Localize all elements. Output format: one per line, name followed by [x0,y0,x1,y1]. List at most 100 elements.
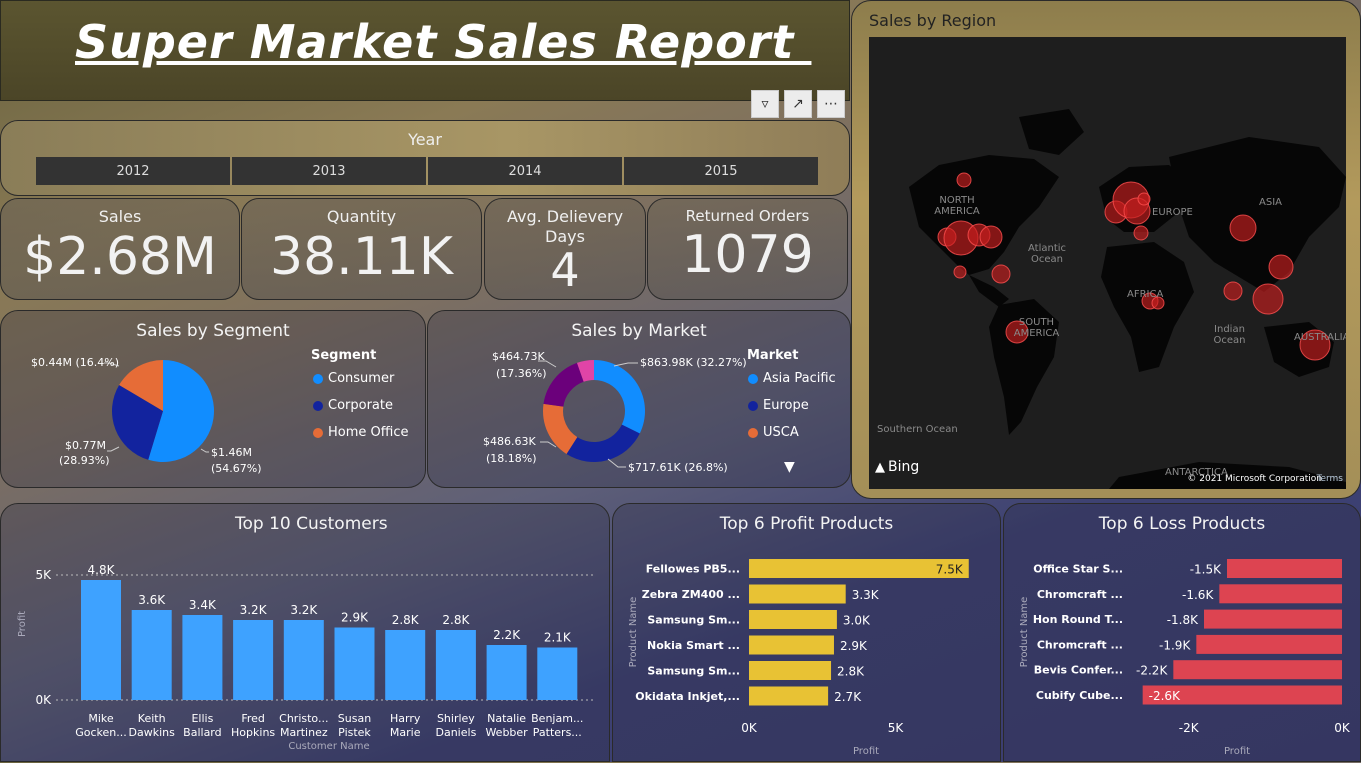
x-tick-label: 0K [1334,721,1351,735]
bar [385,630,426,700]
bar [283,620,324,700]
legend-item-home-office[interactable]: Home Office [313,425,408,440]
legend-item-corporate[interactable]: Corporate [313,398,393,413]
leader-line [540,441,557,448]
y-axis-title: Product Name [1019,597,1030,668]
year-button-2014[interactable]: 2014 [428,157,622,185]
data-label: 4.8K [88,563,116,577]
x-tick-label: Shirley [437,712,475,725]
y-axis-title: Profit [17,611,28,637]
more-options-icon[interactable]: ⋯ [817,90,845,118]
customers-bar-chart[interactable]: 5K 0K Profit Customer Name 4.8K MikeGocken...… [1,504,611,763]
bubble [1229,214,1257,242]
y-tick-label: Fellowes PB5... [646,563,740,576]
leader-line [607,458,626,468]
sales-by-segment-card: Sales by Segment Segment Consumer Corpor… [0,310,426,488]
bubble [991,264,1011,284]
pie-slice [594,360,645,434]
year-button-2012[interactable]: 2012 [36,157,230,185]
map-label-indian: Indian Ocean [1213,324,1246,346]
market-label-latam: $464.73K [492,350,545,363]
focus-mode-icon[interactable]: ↗ [784,90,812,118]
legend-item-consumer[interactable]: Consumer [313,371,394,386]
x-tick-label: Martinez [280,726,328,739]
bar [1173,660,1342,680]
year-button-2015[interactable]: 2015 [624,157,818,185]
legend-item-usca[interactable]: USCA [748,425,799,440]
legend-item-europe[interactable]: Europe [748,398,809,413]
loss-products-bar-chart[interactable]: Office Star S... -1.5K Chromcraft ... -1.6K… [1004,504,1361,763]
x-tick-label: 5K [888,721,905,735]
map-label-atlantic: Atlantic Ocean [1027,243,1067,265]
asia-shape [1169,137,1346,292]
kpi-sales-value: $2.68M [23,227,217,287]
legend-dot [748,427,758,438]
kpi-returned-label: Returned Orders [685,207,810,225]
bubble [1133,225,1149,241]
top-customers-card: Top 10 Customers 5K 0K Profit Customer Name… [0,503,610,762]
x-tick-label: Gocken... [75,726,127,739]
bing-logo: ▲ Bing [875,459,919,475]
segment-label-consumer-pct: (54.67%) [211,462,262,475]
y-tick-label: Zebra ZM400 ... [642,588,740,601]
map-label-south-america: SOUTH AMERICA [1013,317,1060,339]
market-label-latam-pct: (17.36%) [496,367,547,380]
title-bar: Super Market Sales Report [0,0,850,101]
x-tick-label: Harry [390,712,421,725]
bubble [1252,283,1284,315]
kpi-returned-card: Returned Orders 1079 [647,198,848,300]
y-axis-title: Product Name [628,597,639,668]
market-legend-title: Market [747,348,799,363]
x-tick-label: Ballard [183,726,221,739]
bar [749,661,832,680]
kpi-quantity-label: Quantity [326,207,397,226]
data-label: 2.8K [442,613,470,627]
kpi-returned-value: 1079 [681,225,814,285]
x-tick-label: Ellis [191,712,213,725]
map-terms-link[interactable]: Terms [1316,474,1343,484]
y-tick-label: Bevis Confer... [1034,664,1123,677]
data-label: 7.5K [936,563,964,577]
legend-dot [313,373,323,384]
bar [1219,584,1342,604]
leader-line [613,362,638,367]
legend-item-asia-pacific[interactable]: Asia Pacific [748,371,836,386]
segment-label-corporate: $0.77M [65,439,106,452]
y-tick-label: Chromcraft ... [1037,638,1123,651]
data-label: 2.8K [837,665,865,679]
map-label-southern: Southern Ocean [877,424,958,435]
filter-icon[interactable]: ▿ [751,90,779,118]
x-tick-label: Daniels [436,726,477,739]
profit-products-card: Top 6 Profit Products Fellowes PB5... 7.5… [612,503,1001,762]
x-axis-title: Profit [1224,746,1250,757]
legend-label: Asia Pacific [763,371,836,386]
bar [749,686,829,706]
pie-slice [566,424,640,462]
data-label: 2.2K [493,628,521,642]
y-tick-label: Nokia Smart ... [647,639,740,652]
legend-scroll-down-icon[interactable]: ▼ [784,459,795,475]
y-tick-label: Cubify Cube... [1036,689,1123,702]
profit-products-bar-chart[interactable]: Fellowes PB5... 7.5K Zebra ZM400 ... 3.3K Sa… [613,504,1002,763]
world-map[interactable]: NORTH AMERICA EUROPE ASIA AFRICA SOUTH A… [869,37,1346,489]
y-tick-label: 0K [35,693,52,707]
data-label: 2.9K [341,611,369,625]
y-tick-label: Samsung Sm... [647,665,740,678]
kpi-delivery-card: Avg. Delievery Days 4 [484,198,646,300]
greenland-shape [1019,109,1084,155]
map-label-europe: EUROPE [1152,207,1193,218]
x-tick-label: Christo... [279,712,328,725]
bar [1204,609,1342,629]
data-label: 3.6K [138,593,166,607]
bar [131,610,172,700]
data-label: -1.6K [1182,588,1214,602]
y-tick-label: 5K [35,568,52,582]
bar [81,580,121,700]
kpi-quantity-value: 38.11K [270,227,453,287]
market-label-asia-pacific: $863.98K (32.27%) [640,356,747,369]
kpi-sales-card: Sales $2.68M [0,198,240,300]
year-button-2013[interactable]: 2013 [232,157,426,185]
data-label: 2.1K [544,631,572,645]
x-tick-label: Natalie [487,712,526,725]
bar [435,630,476,700]
